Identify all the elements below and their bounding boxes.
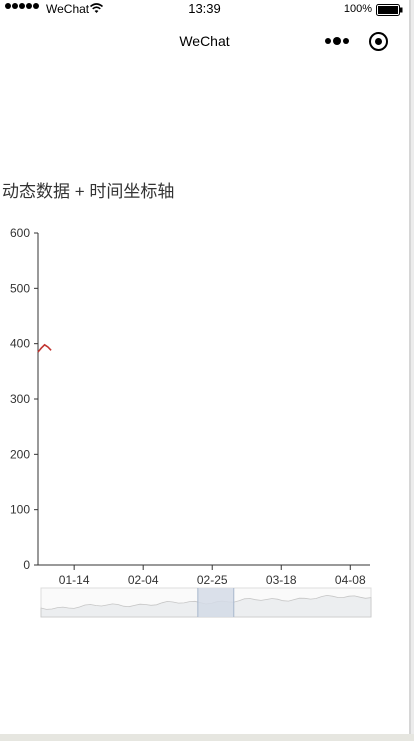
phone-screen: WeChat 13:39 100% WeChat 动态数据 + 时间坐标轴 01… xyxy=(0,0,411,734)
series-line-0 xyxy=(37,343,52,353)
y-tick-label: 100 xyxy=(10,503,30,517)
y-tick-label: 300 xyxy=(10,392,30,406)
data-zoom-window[interactable] xyxy=(197,588,234,617)
y-tick-label: 400 xyxy=(10,337,30,351)
page-bottom-strip xyxy=(0,734,414,741)
y-tick-label: 200 xyxy=(10,447,30,461)
y-tick-label: 0 xyxy=(23,558,30,572)
chart-canvas: 010020030040050060001-14199902-04199902-… xyxy=(10,226,372,618)
y-tick-label: 600 xyxy=(10,226,30,240)
y-tick-label: 500 xyxy=(10,281,30,295)
